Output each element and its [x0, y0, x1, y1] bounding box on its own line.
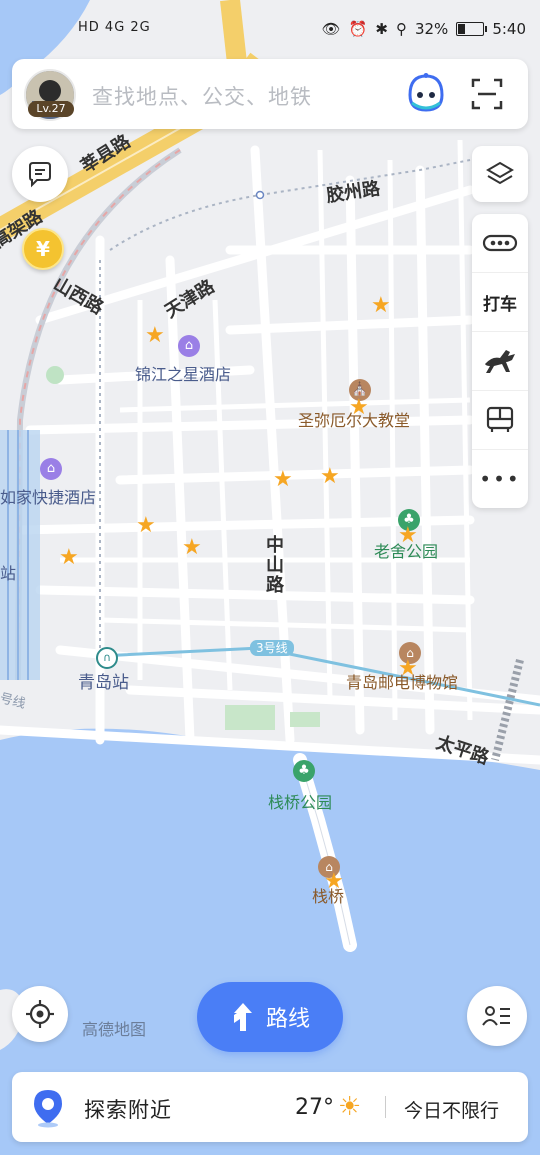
coin-icon[interactable]: ¥: [22, 228, 64, 270]
poi-rujia-hotel[interactable]: 如家快捷酒店: [0, 484, 96, 508]
battery-icon: [456, 22, 488, 36]
horse-icon: [485, 350, 515, 373]
status-right: 👁 ⏰ ✱ ⚲ 32% 5:40: [322, 20, 526, 38]
star-marker-icon[interactable]: ★: [273, 467, 293, 492]
battery-percent: 32%: [414, 20, 449, 38]
locate-button[interactable]: [12, 986, 68, 1042]
route-button[interactable]: 路线: [197, 982, 343, 1052]
layers-icon: [486, 161, 514, 185]
taxi-button[interactable]: 打车: [472, 273, 528, 332]
poi-zhanqiao-park[interactable]: 栈桥公园: [268, 789, 332, 813]
message-button[interactable]: [12, 146, 68, 202]
weather-widget[interactable]: 27° ☀: [295, 1092, 361, 1122]
explore-nearby-button[interactable]: 探索附近: [84, 1094, 172, 1124]
chat-bubble-icon: [29, 162, 51, 188]
layers-button[interactable]: [472, 146, 528, 202]
bluetooth-icon: ✱: [375, 20, 388, 38]
layers-card[interactable]: [472, 146, 528, 202]
alarm-icon: ⏰: [348, 20, 368, 38]
temperature: 27°: [295, 1094, 334, 1120]
search-input[interactable]: 查找地点、公交、地铁: [92, 81, 312, 111]
traffic-icon: [482, 234, 518, 252]
bus-button[interactable]: [472, 391, 528, 450]
poi-station-partial[interactable]: 站: [0, 560, 16, 584]
divider: [385, 1096, 386, 1118]
star-marker-icon[interactable]: ★: [136, 513, 156, 538]
more-icon: •••: [479, 467, 521, 491]
eye-icon: 👁: [321, 20, 341, 38]
route-arrow-icon: [233, 1003, 252, 1031]
watermark-logo: 高德地图: [82, 1020, 147, 1039]
level-badge: Lv.27: [28, 101, 74, 117]
scan-icon[interactable]: [470, 77, 504, 111]
bottom-bar: 探索附近 27° ☀ 今日不限行: [12, 1072, 528, 1142]
taxi-label: 打车: [483, 294, 517, 315]
sun-icon: ☀: [338, 1092, 362, 1122]
hotel-icon[interactable]: ⌂: [40, 458, 62, 480]
hotel-icon[interactable]: ⌂: [178, 335, 200, 357]
search-bar[interactable]: Lv.27 查找地点、公交、地铁: [12, 59, 528, 129]
star-marker-icon[interactable]: ★: [182, 535, 202, 560]
traffic-restriction[interactable]: 今日不限行: [404, 1096, 499, 1123]
metro-station-icon[interactable]: ∩: [96, 647, 118, 669]
star-marker-icon[interactable]: ★: [59, 545, 79, 570]
explore-pin-icon: [34, 1090, 62, 1128]
traffic-button[interactable]: [472, 214, 528, 273]
road-label-zhongshan: 中山路: [266, 535, 284, 596]
star-marker-icon[interactable]: ★: [371, 293, 391, 318]
crosshair-icon: [26, 1000, 54, 1028]
metro-line3-label: 3号线: [250, 640, 294, 656]
star-marker-icon[interactable]: ★: [145, 323, 165, 348]
assistant-icon[interactable]: [406, 73, 446, 113]
clock: 5:40: [492, 20, 526, 38]
star-marker-icon[interactable]: ★: [398, 523, 418, 548]
star-marker-icon[interactable]: ★: [398, 656, 418, 681]
bus-icon: [486, 406, 514, 432]
park-icon[interactable]: ♣: [293, 760, 315, 782]
location-icon: ⚲: [395, 20, 407, 38]
route-label: 路线: [265, 1007, 310, 1032]
star-marker-icon[interactable]: ★: [324, 869, 344, 894]
status-bar: HD 4G 2G 👁 ⏰ ✱ ⚲ 32% 5:40: [0, 0, 540, 58]
horse-button[interactable]: [472, 332, 528, 391]
tools-card: 打车 •••: [472, 214, 528, 508]
star-marker-icon[interactable]: ★: [349, 395, 369, 420]
network-indicator: HD 4G 2G: [78, 20, 151, 35]
list-button[interactable]: [467, 986, 527, 1046]
star-marker-icon[interactable]: ★: [320, 464, 340, 489]
poi-jinjiang-hotel[interactable]: 锦江之星酒店: [135, 361, 231, 385]
poi-qingdao-station[interactable]: 青岛站: [78, 668, 129, 693]
list-icon: [482, 1006, 510, 1026]
more-button[interactable]: •••: [472, 450, 528, 508]
